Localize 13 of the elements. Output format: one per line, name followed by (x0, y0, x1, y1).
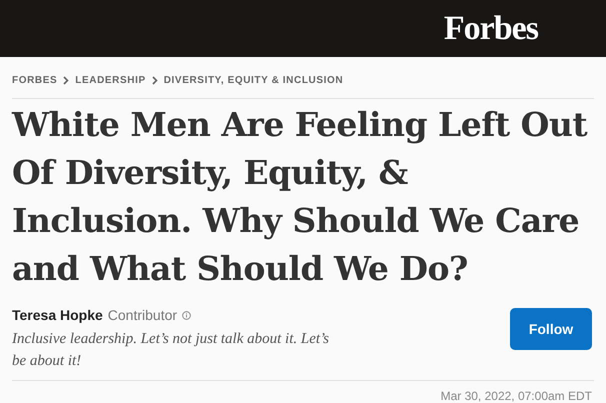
author-tagline: Inclusive leadership. Let’s not just talk about it. Let’s be about it! (12, 330, 330, 371)
chevron-icon (63, 76, 70, 85)
headline: White Men Are Feeling Left Out Of Diversity, Equity, & Inclusion. Why Should We Care and What Should We Do? (12, 104, 588, 290)
author-name[interactable]: Teresa Hopke (12, 305, 103, 326)
breadcrumb-link[interactable]: FORBES (12, 73, 58, 88)
breadcrumb-link[interactable]: LEADERSHIP (75, 73, 146, 88)
publish-date: Mar 30, 2022, 07:00am EDT (440, 388, 592, 403)
chevron-icon (152, 76, 158, 85)
logo[interactable]: Forbes (444, 12, 538, 46)
author-role: Contributor (108, 306, 178, 325)
breadcrumb-link[interactable]: DIVERSITY, EQUITY & INCLUSION (164, 73, 344, 88)
info-icon[interactable] (182, 311, 192, 320)
follow-button[interactable]: Follow (510, 308, 592, 350)
